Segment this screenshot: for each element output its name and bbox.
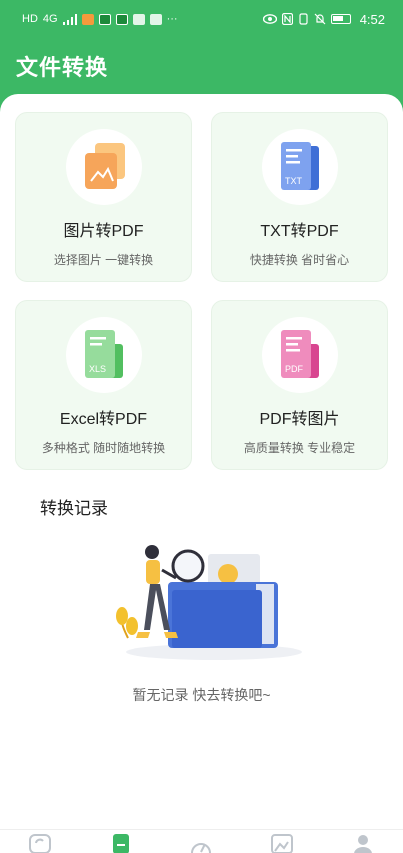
- tab-convert[interactable]: [25, 830, 55, 853]
- mail-notification-icon: [115, 13, 128, 25]
- news-notification-icon: [149, 13, 162, 25]
- page-title: 文件转换: [16, 55, 109, 80]
- status-bar: HD 4G ··· 4:52: [0, 0, 403, 38]
- tv-notification-icon: [132, 13, 145, 25]
- battery-icon: [330, 14, 351, 24]
- convert-icon: [29, 834, 52, 853]
- user-icon: [353, 835, 372, 853]
- pdf-badge: PDF: [285, 364, 304, 374]
- signal-indicator: 4G: [42, 13, 58, 25]
- hd-indicator: HD: [22, 13, 38, 25]
- tab-documents[interactable]: [106, 830, 136, 853]
- mute-bell-icon: [314, 13, 326, 25]
- card-subtitle: 选择图片 一键转换: [53, 253, 154, 267]
- pdf-to-image-card[interactable]: PDF PDF转图片 高质量转换 专业稳定: [211, 300, 388, 470]
- tab-profile[interactable]: [348, 830, 378, 853]
- signal-bars-icon: [62, 13, 77, 25]
- excel-to-pdf-card[interactable]: XLS Excel转PDF 多种格式 随时随地转换: [15, 300, 192, 470]
- vibrate-icon: [299, 13, 308, 25]
- xls-file-icon: XLS: [84, 330, 123, 378]
- image-file-icon: [84, 143, 125, 189]
- gauge-icon: [191, 843, 212, 853]
- card-title: PDF转图片: [259, 411, 340, 428]
- xls-badge: XLS: [89, 364, 106, 374]
- icon-circle: TXT: [261, 129, 338, 205]
- pdf-file-icon: PDF: [280, 330, 319, 378]
- message-notification-icon: [98, 13, 111, 25]
- main-content: 图片转PDF 选择图片 一键转换 TXT TXT转PDF 快捷转换 省时省心 X…: [0, 94, 403, 853]
- nfc-icon: [281, 13, 293, 25]
- bottom-tab-bar: [0, 829, 403, 853]
- eye-icon: [262, 14, 277, 24]
- icon-circle: PDF: [261, 317, 338, 393]
- records-title: 转换记录: [40, 499, 108, 518]
- icon-circle: XLS: [65, 317, 142, 393]
- txt-to-pdf-card[interactable]: TXT TXT转PDF 快捷转换 省时省心: [211, 112, 388, 282]
- document-icon: [112, 834, 129, 853]
- empty-state-illustration: [116, 545, 302, 660]
- txt-file-icon: TXT: [280, 142, 319, 190]
- clock: 4:52: [359, 11, 385, 27]
- image-icon: [271, 834, 294, 853]
- card-title: 图片转PDF: [63, 223, 144, 240]
- tab-images[interactable]: [267, 830, 297, 853]
- card-subtitle: 快捷转换 省时省心: [249, 253, 350, 267]
- card-subtitle: 多种格式 随时随地转换: [41, 441, 166, 455]
- icon-circle: [65, 129, 142, 205]
- image-to-pdf-card[interactable]: 图片转PDF 选择图片 一键转换: [15, 112, 192, 282]
- more-notifications: ···: [166, 13, 178, 25]
- card-title: TXT转PDF: [260, 223, 339, 240]
- app-notification-icon: [81, 13, 94, 25]
- txt-badge: TXT: [285, 176, 303, 186]
- status-left: HD 4G ···: [22, 13, 178, 25]
- card-subtitle: 高质量转换 专业稳定: [243, 441, 356, 455]
- card-title: Excel转PDF: [59, 411, 148, 428]
- tab-speed[interactable]: [186, 830, 216, 853]
- empty-records-text: 暂无记录 快去转换吧~: [132, 687, 271, 703]
- status-right: 4:52: [262, 11, 385, 27]
